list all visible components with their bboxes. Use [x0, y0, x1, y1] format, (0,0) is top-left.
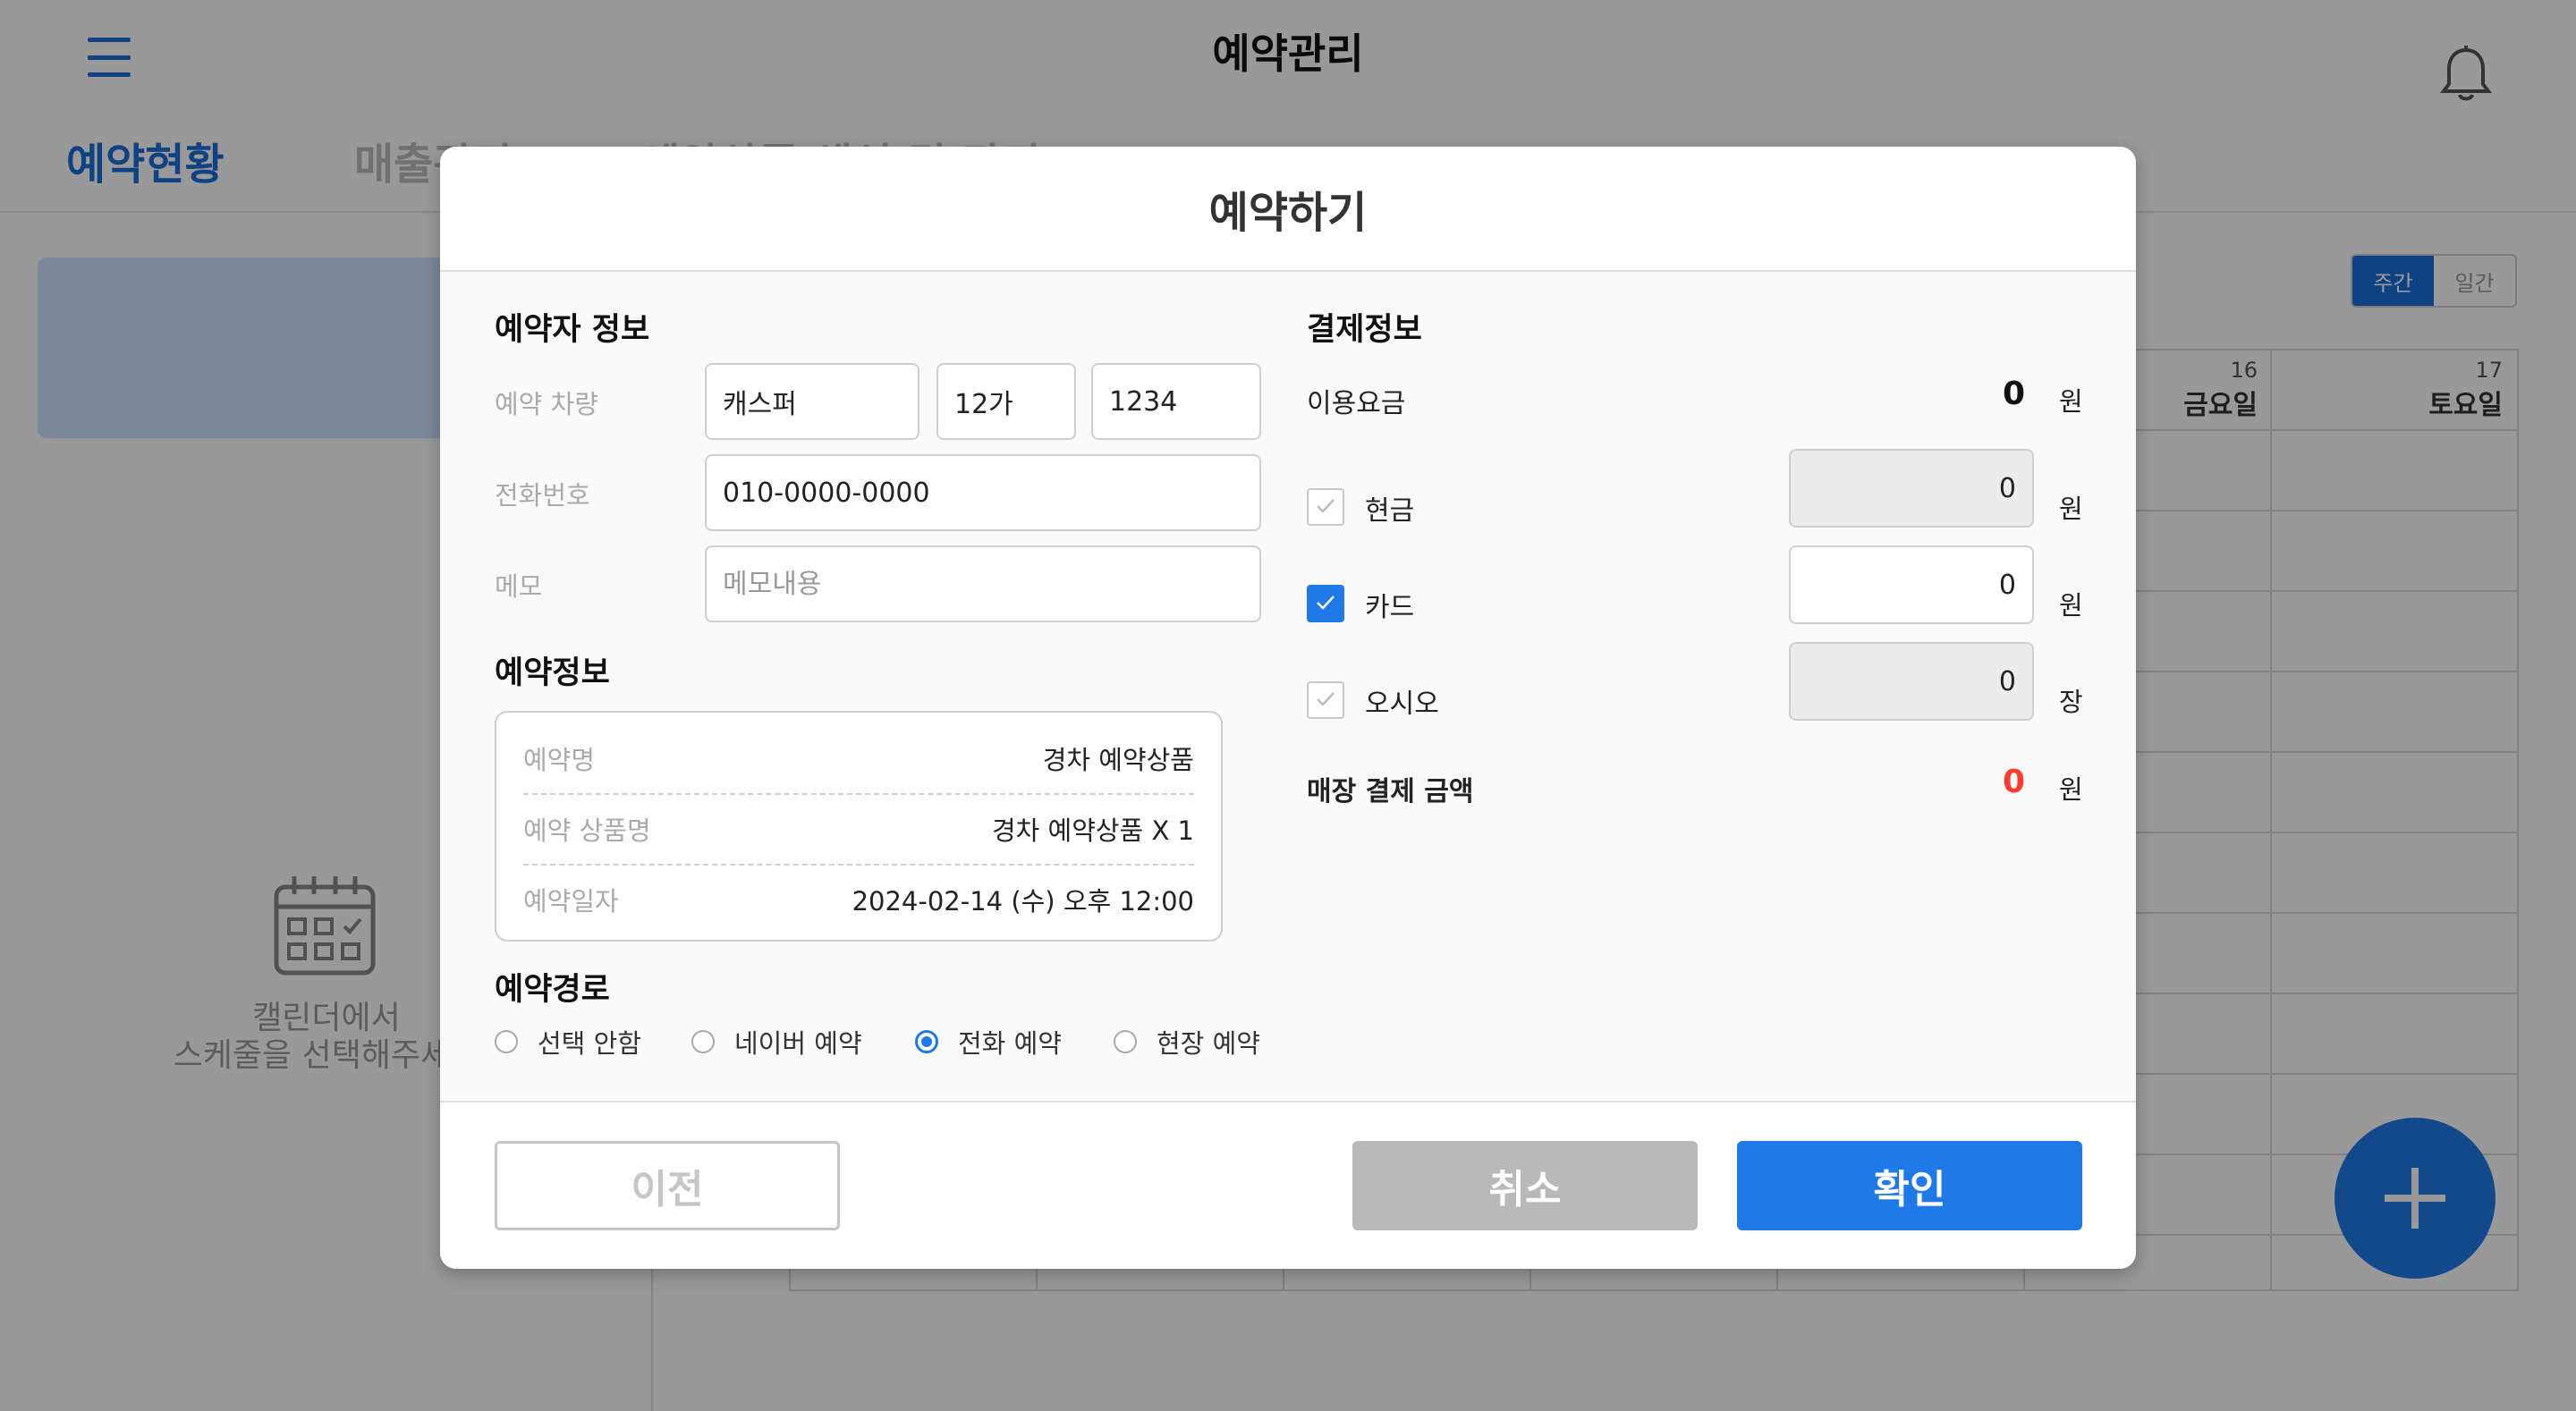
check-icon	[1317, 692, 1335, 706]
store-total-label: 매장 결제 금액	[1307, 776, 1474, 807]
radio-onsite[interactable]: 현장 예약	[1114, 1023, 1260, 1060]
reservation-info-box: 예약명 경차 예약상품 예약 상품명 경차 예약상품 X 1 예약일자 2024…	[495, 711, 1223, 942]
card-amount-input[interactable]	[1789, 545, 2034, 624]
phone-input[interactable]	[705, 454, 1261, 531]
modal-header: 예약하기	[440, 147, 2136, 272]
osio-checkbox[interactable]	[1307, 681, 1344, 719]
card-unit: 원	[2059, 590, 2083, 621]
radio-label: 전화 예약	[958, 1028, 1062, 1059]
store-total-unit: 원	[2059, 774, 2083, 805]
osio-amount-input	[1789, 642, 2034, 721]
radio-circle[interactable]	[691, 1030, 715, 1053]
info-value: 경차 예약상품 X 1	[991, 815, 1194, 846]
phone-label: 전화번호	[495, 480, 590, 511]
vehicle-label: 예약 차량	[495, 389, 598, 419]
fee-label: 이용요금	[1307, 388, 1406, 419]
fee-unit: 원	[2059, 386, 2083, 417]
info-key: 예약명	[523, 745, 596, 775]
radio-label: 선택 안함	[538, 1028, 641, 1059]
route-radio-group: 선택 안함 네이버 예약 전화 예약 현장 예약	[495, 1023, 1260, 1068]
vehicle-model-input[interactable]	[705, 363, 919, 440]
radio-none[interactable]: 선택 안함	[495, 1023, 641, 1060]
cancel-button[interactable]: 취소	[1352, 1141, 1698, 1230]
check-icon	[1317, 596, 1335, 610]
radio-circle[interactable]	[915, 1030, 938, 1053]
confirm-button[interactable]: 확인	[1737, 1141, 2082, 1230]
cash-amount-input	[1789, 449, 2034, 528]
osio-unit: 장	[2059, 687, 2083, 717]
cash-unit: 원	[2059, 494, 2083, 524]
radio-label: 네이버 예약	[734, 1028, 862, 1059]
cash-label: 현금	[1365, 495, 1415, 527]
reservation-info-title: 예약정보	[495, 655, 610, 691]
reservation-modal: 예약하기 예약자 정보 예약 차량 전화번호 메모 예약정보 예약명 경차 예약…	[440, 147, 2136, 1269]
plate-number-input[interactable]	[1091, 363, 1261, 440]
info-row-product: 예약 상품명 경차 예약상품 X 1	[523, 794, 1194, 864]
route-title: 예약경로	[495, 972, 610, 1008]
info-key: 예약일자	[523, 886, 619, 917]
radio-phone[interactable]: 전화 예약	[915, 1023, 1062, 1060]
store-total-value: 0	[2002, 764, 2025, 800]
radio-circle[interactable]	[1114, 1030, 1137, 1053]
card-label: 카드	[1365, 592, 1415, 623]
card-checkbox[interactable]	[1307, 585, 1344, 622]
osio-label: 오시오	[1365, 689, 1439, 720]
radio-naver[interactable]: 네이버 예약	[691, 1023, 862, 1060]
plate-prefix-input[interactable]	[936, 363, 1076, 440]
fee-value: 0	[2002, 376, 2025, 412]
info-key: 예약 상품명	[523, 815, 651, 846]
modal-title: 예약하기	[1208, 188, 1368, 238]
check-icon	[1317, 499, 1335, 513]
info-value: 경차 예약상품	[1042, 745, 1194, 775]
reserver-info-title: 예약자 정보	[495, 312, 650, 348]
radio-label: 현장 예약	[1157, 1028, 1260, 1059]
memo-input[interactable]	[705, 545, 1261, 622]
info-value: 2024-02-14 (수) 오후 12:00	[852, 886, 1194, 917]
cash-checkbox[interactable]	[1307, 488, 1344, 526]
payment-info-title: 결제정보	[1307, 312, 1422, 348]
radio-circle[interactable]	[495, 1030, 518, 1053]
info-row-date: 예약일자 2024-02-14 (수) 오후 12:00	[523, 865, 1194, 934]
info-row-name: 예약명 경차 예약상품	[523, 723, 1194, 793]
prev-button[interactable]: 이전	[495, 1141, 840, 1230]
memo-label: 메모	[495, 571, 543, 602]
